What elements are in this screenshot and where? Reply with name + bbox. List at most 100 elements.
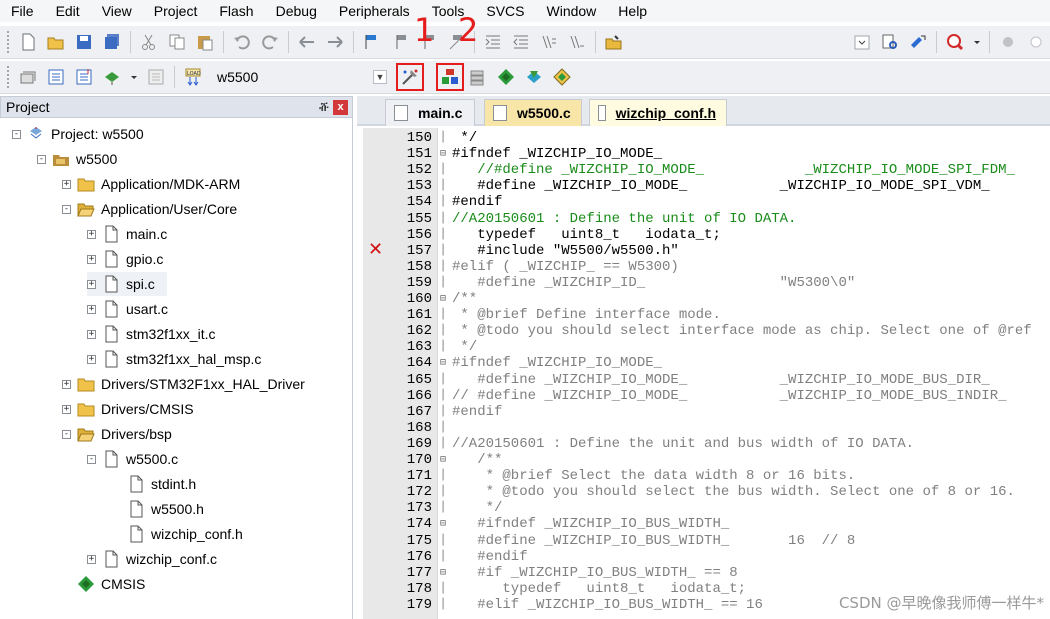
- tree-item[interactable]: - Drivers/bsp: [62, 422, 172, 446]
- uncomment-button[interactable]: [566, 31, 588, 53]
- manage-project-items-button[interactable]: [436, 63, 464, 91]
- debug-session-button[interactable]: [944, 31, 966, 53]
- tree-item[interactable]: + Drivers/STM32F1xx_HAL_Driver: [62, 372, 305, 396]
- collapse-icon[interactable]: -: [87, 454, 96, 464]
- fold-collapse-icon[interactable]: ⊟: [440, 355, 449, 371]
- unindent-button[interactable]: [510, 31, 532, 53]
- nav-forward-button[interactable]: [324, 31, 346, 53]
- tab-main-c[interactable]: main.c: [385, 99, 475, 126]
- save-all-button[interactable]: [101, 31, 123, 53]
- menu-window[interactable]: Window: [536, 0, 608, 22]
- pack-installer-button[interactable]: [495, 66, 517, 88]
- new-file-button[interactable]: [17, 31, 39, 53]
- tree-item[interactable]: w5500.h: [112, 497, 204, 521]
- tree-item[interactable]: + usart.c: [87, 297, 168, 321]
- close-panel-button[interactable]: x: [333, 99, 348, 115]
- expand-icon[interactable]: +: [87, 354, 96, 364]
- fold-collapse-icon[interactable]: ⊟: [440, 146, 449, 162]
- chevron-down-icon[interactable]: ▼: [373, 70, 387, 84]
- tree-item[interactable]: - w5500.c: [87, 447, 178, 471]
- menu-view[interactable]: View: [91, 0, 143, 22]
- tab-w5500-c[interactable]: w5500.c: [484, 99, 582, 126]
- expand-icon[interactable]: +: [62, 179, 71, 189]
- expand-icon[interactable]: +: [87, 229, 96, 239]
- expand-icon[interactable]: +: [87, 554, 96, 564]
- cut-button[interactable]: [138, 31, 160, 53]
- tree-item[interactable]: stdint.h: [112, 472, 196, 496]
- comment-button[interactable]: [538, 31, 560, 53]
- tree-item[interactable]: - w5500: [37, 147, 117, 171]
- collapse-icon[interactable]: -: [62, 204, 71, 214]
- redo-button[interactable]: [259, 31, 281, 53]
- copy-button[interactable]: [166, 31, 188, 53]
- tree-item[interactable]: + stm32f1xx_hal_msp.c: [87, 347, 261, 371]
- batch-build-button[interactable]: [101, 66, 123, 88]
- menu-peripherals[interactable]: Peripherals: [328, 0, 421, 22]
- tree-item[interactable]: CMSIS: [62, 572, 145, 596]
- fold-collapse-icon[interactable]: ⊟: [440, 565, 449, 581]
- undo-button[interactable]: [231, 31, 253, 53]
- expand-icon[interactable]: +: [62, 404, 71, 414]
- stop-build-button[interactable]: [145, 66, 167, 88]
- toolbar-grip[interactable]: [6, 65, 10, 89]
- fold-collapse-icon[interactable]: ⊟: [440, 516, 449, 532]
- paste-button[interactable]: [194, 31, 216, 53]
- incremental-find-button[interactable]: [907, 31, 929, 53]
- tree-item[interactable]: - Project: w5500: [12, 122, 144, 146]
- target-select[interactable]: w5500 ▼: [213, 66, 391, 88]
- fold-collapse-icon[interactable]: ⊟: [440, 452, 449, 468]
- find-button[interactable]: [879, 31, 901, 53]
- collapse-icon[interactable]: -: [12, 129, 21, 139]
- select-packs-button[interactable]: [467, 66, 489, 88]
- tree-item[interactable]: - Application/User/Core: [62, 197, 237, 221]
- stop-circle-icon[interactable]: [997, 31, 1019, 53]
- menu-edit[interactable]: Edit: [45, 0, 91, 22]
- download-button[interactable]: LOAD: [182, 66, 204, 88]
- menu-svcs[interactable]: SVCS: [475, 0, 535, 22]
- run-time-environment-button[interactable]: [523, 66, 545, 88]
- tree-item[interactable]: + main.c: [87, 222, 167, 246]
- menu-flash[interactable]: Flash: [208, 0, 264, 22]
- expand-icon[interactable]: +: [87, 304, 96, 314]
- expand-icon[interactable]: +: [87, 254, 96, 264]
- tree-item[interactable]: + Application/MDK-ARM: [62, 172, 240, 196]
- error-marker-icon[interactable]: ✕: [368, 241, 384, 259]
- toolbar-grip[interactable]: [6, 30, 10, 54]
- fold-collapse-icon[interactable]: ⊟: [440, 291, 449, 307]
- tree-item[interactable]: + stm32f1xx_it.c: [87, 322, 215, 346]
- collapse-icon[interactable]: -: [62, 429, 71, 439]
- pin-icon[interactable]: ⶡ: [319, 100, 329, 115]
- save-button[interactable]: [73, 31, 95, 53]
- expand-icon[interactable]: +: [87, 329, 96, 339]
- tree-item[interactable]: + spi.c: [87, 272, 167, 296]
- indent-button[interactable]: [482, 31, 504, 53]
- collapse-icon[interactable]: -: [37, 154, 46, 164]
- tree-item[interactable]: wizchip_conf.h: [112, 522, 243, 546]
- find-dropdown-button[interactable]: [851, 31, 873, 53]
- tree-item[interactable]: + wizchip_conf.c: [87, 547, 217, 571]
- translate-button[interactable]: [17, 66, 39, 88]
- find-in-files-button[interactable]: [603, 31, 625, 53]
- menu-debug[interactable]: Debug: [265, 0, 328, 22]
- menu-help[interactable]: Help: [607, 0, 658, 22]
- batch-dropdown-arrow[interactable]: [129, 66, 139, 88]
- expand-icon[interactable]: +: [62, 379, 71, 389]
- options-for-target-button[interactable]: [396, 63, 424, 91]
- file-icon: [102, 550, 120, 568]
- tab-wizchip_conf-h[interactable]: wizchip_conf.h: [589, 99, 727, 126]
- software-packs-button[interactable]: [551, 66, 573, 88]
- tree-item[interactable]: + Drivers/CMSIS: [62, 397, 194, 421]
- menu-file[interactable]: File: [0, 0, 45, 22]
- bookmark-toggle-button[interactable]: [361, 31, 383, 53]
- open-file-button[interactable]: [45, 31, 67, 53]
- code-editor[interactable]: */#ifndef _WIZCHIP_IO_MODE_ //#define _W…: [438, 128, 1050, 619]
- tree-item[interactable]: + gpio.c: [87, 247, 163, 271]
- menu-project[interactable]: Project: [143, 0, 209, 22]
- build-button[interactable]: [45, 66, 67, 88]
- run-circle-icon[interactable]: [1025, 31, 1047, 53]
- debug-dropdown-arrow[interactable]: [972, 31, 982, 53]
- expand-icon[interactable]: +: [87, 279, 96, 289]
- rebuild-button[interactable]: [73, 66, 95, 88]
- bookmark-prev-button[interactable]: [389, 31, 411, 53]
- nav-back-button[interactable]: [296, 31, 318, 53]
